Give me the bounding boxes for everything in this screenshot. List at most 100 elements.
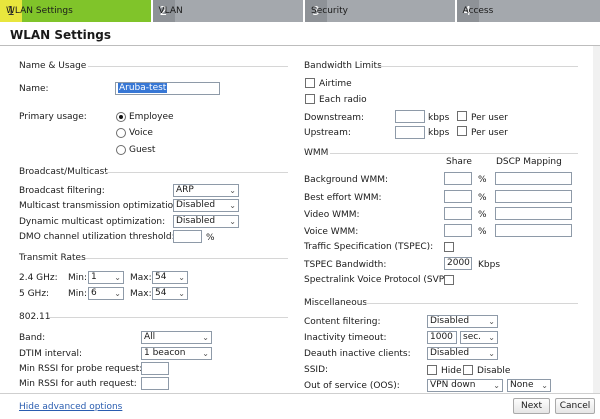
hide-advanced-options-link[interactable]: Hide advanced options [19,402,122,412]
inactivity-timeout-label: Inactivity timeout: [304,333,387,343]
chevron-down-icon: ⌄ [178,273,185,282]
broadcast-filtering-label: Broadcast filtering: [19,186,105,196]
select-value: Disabled [430,316,470,326]
ssid-hide-checkbox[interactable] [427,365,437,375]
select-value: 54 [155,272,167,282]
dtim-select[interactable]: 1 beacon ⌄ [141,347,212,360]
select-value: None [510,380,534,390]
wizard-tabs: 1 WLAN Settings 2 VLAN 3 Security 4 Acce… [0,0,600,22]
radio-guest-label: Guest [129,145,156,155]
band5-min-select[interactable]: 6 ⌄ [88,287,124,300]
radio-voice[interactable] [116,128,126,138]
tab-vlan[interactable]: 2 VLAN [152,0,303,22]
chevron-down-icon: ⌄ [114,273,121,282]
dmo-threshold-label: DMO channel utilization threshold: [19,232,175,242]
kbps-unit: kbps [428,128,450,138]
inactivity-timeout-input[interactable]: 1000 [427,331,457,344]
divider [105,172,288,173]
each-radio-checkbox[interactable] [305,94,315,104]
inactivity-unit-select[interactable]: sec. ⌄ [460,331,498,344]
deauth-label: Deauth inactive clients: [304,349,411,359]
divider [48,317,288,318]
tspec-bandwidth-label: TSPEC Bandwidth: [304,260,387,270]
downstream-per-user-checkbox[interactable] [457,111,467,121]
tab-wlan-settings[interactable]: 1 WLAN Settings [0,0,151,22]
downstream-input[interactable] [395,110,425,123]
section-80211: 802.11 [19,312,51,322]
wmm-video-dscp-input[interactable] [495,207,572,220]
name-label: Name: [19,84,49,94]
svp-label: Spectralink Voice Protocol (SVP): [304,275,451,285]
ssid-disable-checkbox[interactable] [463,365,473,375]
section-misc: Miscellaneous [304,298,368,308]
rssi-probe-input[interactable] [141,362,169,375]
band-label: Band: [19,333,46,343]
select-value: VPN down [430,380,476,390]
wmm-best-effort-label: Best effort WMM: [304,193,382,203]
wmm-background-label: Background WMM: [304,175,389,185]
divider [330,153,578,154]
wmm-best-effort-share-input[interactable] [444,190,472,203]
wmm-background-dscp-input[interactable] [495,172,572,185]
wmm-best-effort-dscp-input[interactable] [495,190,572,203]
divider [88,66,288,67]
radio-employee[interactable] [116,112,126,122]
chevron-down-icon: ⌄ [541,381,548,390]
airtime-checkbox[interactable] [305,78,315,88]
ssid-label: SSID: [304,365,329,375]
divider [86,258,288,259]
tab-label: WLAN Settings [6,6,73,16]
wmm-voice-share-input[interactable] [444,224,472,237]
band-select[interactable]: All ⌄ [141,331,212,344]
rssi-auth-input[interactable] [141,377,169,390]
wmm-voice-dscp-input[interactable] [495,224,572,237]
divider [0,393,600,394]
select-value: sec. [463,332,482,342]
oos-action-select[interactable]: None ⌄ [507,379,551,392]
name-input[interactable]: Aruba-test [115,82,220,95]
downstream-label: Downstream: [304,113,365,123]
per-user-label: Per user [471,113,508,123]
wmm-video-share-input[interactable] [444,207,472,220]
next-button[interactable]: Next [513,398,550,414]
min-label: Min: [68,289,88,299]
dmo-select[interactable]: Disabled ⌄ [173,215,239,228]
mto-select[interactable]: Disabled ⌄ [173,199,239,212]
dmo-threshold-input[interactable] [173,230,202,243]
tab-label: Security [311,6,348,16]
radio-employee-label: Employee [129,112,174,122]
per-user-label: Per user [471,128,508,138]
tab-access[interactable]: 4 Access [456,0,600,22]
upstream-per-user-checkbox[interactable] [457,126,467,136]
content-filtering-select[interactable]: Disabled ⌄ [427,315,498,328]
broadcast-filtering-select[interactable]: ARP ⌄ [173,184,239,197]
divider [378,66,578,67]
wmm-background-share-input[interactable] [444,172,472,185]
cancel-button[interactable]: Cancel [555,398,595,414]
oos-condition-select[interactable]: VPN down ⌄ [427,379,503,392]
mto-label: Multicast transmission optimization: [19,201,182,211]
select-value: 1 [91,272,97,282]
svp-checkbox[interactable] [444,275,454,285]
tab-label: VLAN [158,6,183,16]
band5-max-select[interactable]: 54 ⌄ [152,287,188,300]
radio-guest[interactable] [116,145,126,155]
scrollbar[interactable] [593,46,600,393]
tspec-bandwidth-input[interactable]: 2000 [444,257,472,270]
upstream-input[interactable] [395,126,425,139]
rssi-auth-label: Min RSSI for auth request: [19,379,137,389]
tab-label: Access [462,6,494,16]
percent-unit: % [478,175,487,185]
percent-unit: % [478,227,487,237]
band24-max-select[interactable]: 54 ⌄ [152,271,188,284]
select-value: Disabled [176,216,216,226]
tspec-checkbox[interactable] [444,242,454,252]
tab-security[interactable]: 3 Security [305,0,455,22]
select-value: Disabled [430,348,470,358]
deauth-select[interactable]: Disabled ⌄ [427,347,498,360]
section-bandwidth: Bandwidth Limits [304,61,382,71]
kbps-unit: Kbps [478,260,501,270]
divider [366,303,578,304]
band24-min-select[interactable]: 1 ⌄ [88,271,124,284]
section-broadcast: Broadcast/Multicast [19,167,108,177]
